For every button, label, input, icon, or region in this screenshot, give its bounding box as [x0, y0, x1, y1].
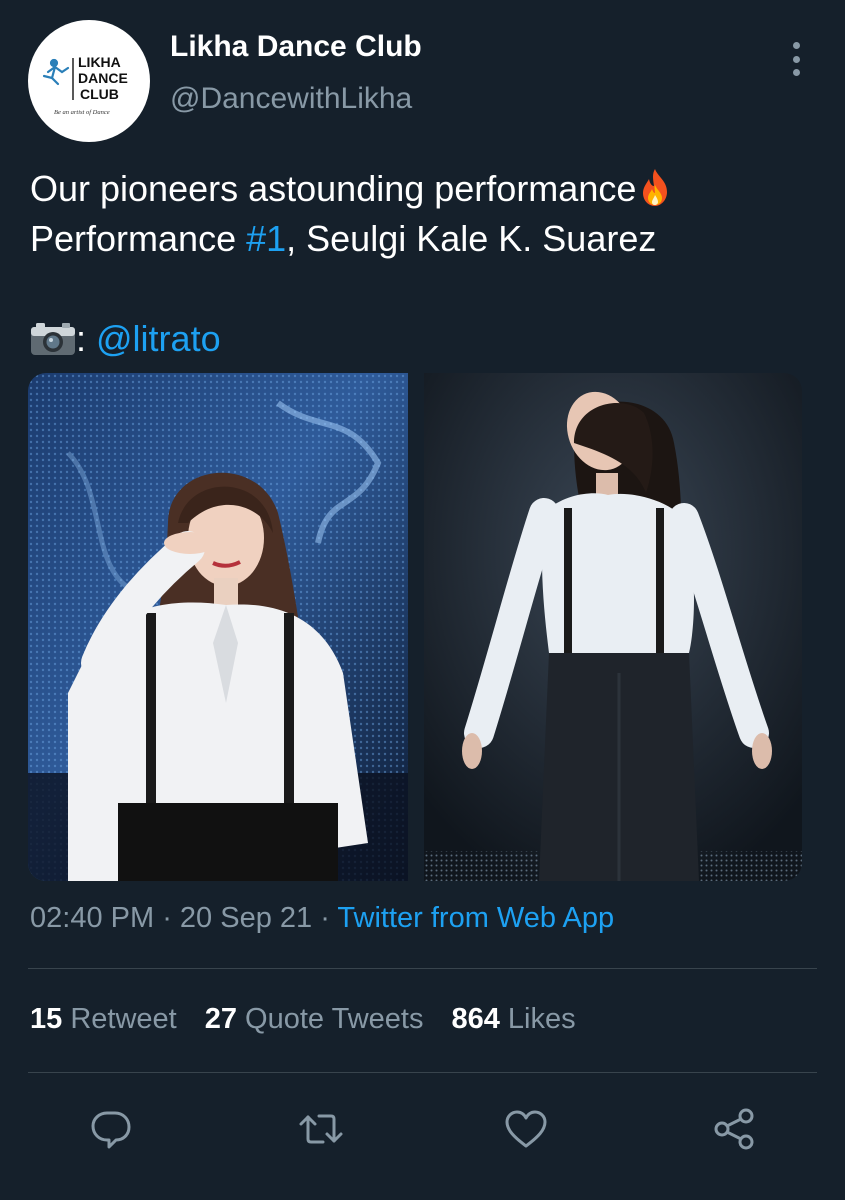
- tweet-text: Our pioneers astounding performance Perf…: [30, 164, 820, 364]
- retweet-icon: [299, 1114, 343, 1144]
- tweet-time[interactable]: 02:40 PM: [30, 902, 154, 934]
- quotes-count: 27: [204, 1003, 237, 1035]
- divider-bottom: [28, 1072, 817, 1073]
- quotes-label: Quote Tweets: [245, 1003, 424, 1035]
- retweets-label: Retweet: [70, 1003, 177, 1035]
- mention-link[interactable]: @litrato: [96, 318, 221, 359]
- author-handle[interactable]: @DancewithLikha: [170, 82, 412, 116]
- avatar[interactable]: LIKHA DANCE CLUB Be an artist of Dance: [28, 20, 150, 142]
- performer-photo-2: [424, 373, 802, 881]
- hashtag-link[interactable]: #1: [246, 218, 286, 259]
- avatar-text-3: CLUB: [80, 86, 119, 102]
- likes-stat[interactable]: 864 Likes: [451, 1003, 575, 1036]
- likha-logo: LIKHA DANCE CLUB Be an artist of Dance: [42, 54, 128, 116]
- avatar-tagline: Be an artist of Dance: [54, 109, 110, 116]
- fire-emoji-icon: [643, 169, 668, 206]
- retweets-count: 15: [30, 1003, 63, 1035]
- tweet-line-2: Performance #1, Seulgi Kale K. Suarez: [30, 214, 820, 264]
- avatar-text-1: LIKHA: [78, 54, 121, 70]
- likes-count: 864: [451, 1003, 500, 1035]
- tweet-stats: 15 Retweet 27 Quote Tweets 864 Likes: [30, 1003, 604, 1036]
- tweet-line-2-suffix: , Seulgi Kale K. Suarez: [286, 218, 657, 259]
- reply-button[interactable]: [87, 1105, 135, 1153]
- likes-label: Likes: [507, 1003, 576, 1035]
- tweet-source[interactable]: Twitter from Web App: [337, 902, 614, 934]
- reply-icon: [91, 1111, 131, 1149]
- tweet-meta: 02:40 PM · 20 Sep 21 · Twitter from Web …: [30, 902, 615, 934]
- tweet-line-credit: : @litrato: [30, 314, 820, 364]
- divider-top: [28, 968, 817, 969]
- retweet-button[interactable]: [297, 1105, 345, 1153]
- performer-photo-1: [28, 373, 408, 881]
- retweets-stat[interactable]: 15 Retweet: [30, 1003, 177, 1036]
- quote-tweets-stat[interactable]: 27 Quote Tweets: [205, 1003, 424, 1036]
- camera-emoji-icon: [31, 323, 75, 355]
- tweet-line-2-prefix: Performance: [30, 218, 247, 259]
- avatar-text-2: DANCE: [78, 70, 128, 86]
- credit-colon: :: [76, 318, 97, 359]
- tweet-line-1-text: Our pioneers astounding performance: [30, 168, 637, 209]
- tweet-line-1: Our pioneers astounding performance: [30, 164, 820, 214]
- like-button[interactable]: [502, 1105, 550, 1153]
- share-button[interactable]: [711, 1105, 759, 1153]
- tweet-photo-2[interactable]: [424, 373, 802, 881]
- more-options-button[interactable]: [782, 42, 810, 76]
- share-icon: [714, 1108, 754, 1150]
- like-icon: [505, 1110, 547, 1148]
- tweet-date[interactable]: 20 Sep 21: [180, 902, 312, 934]
- more-vertical-icon: [792, 42, 800, 49]
- author-name[interactable]: Likha Dance Club: [170, 30, 422, 64]
- tweet-photo-1[interactable]: [28, 373, 408, 881]
